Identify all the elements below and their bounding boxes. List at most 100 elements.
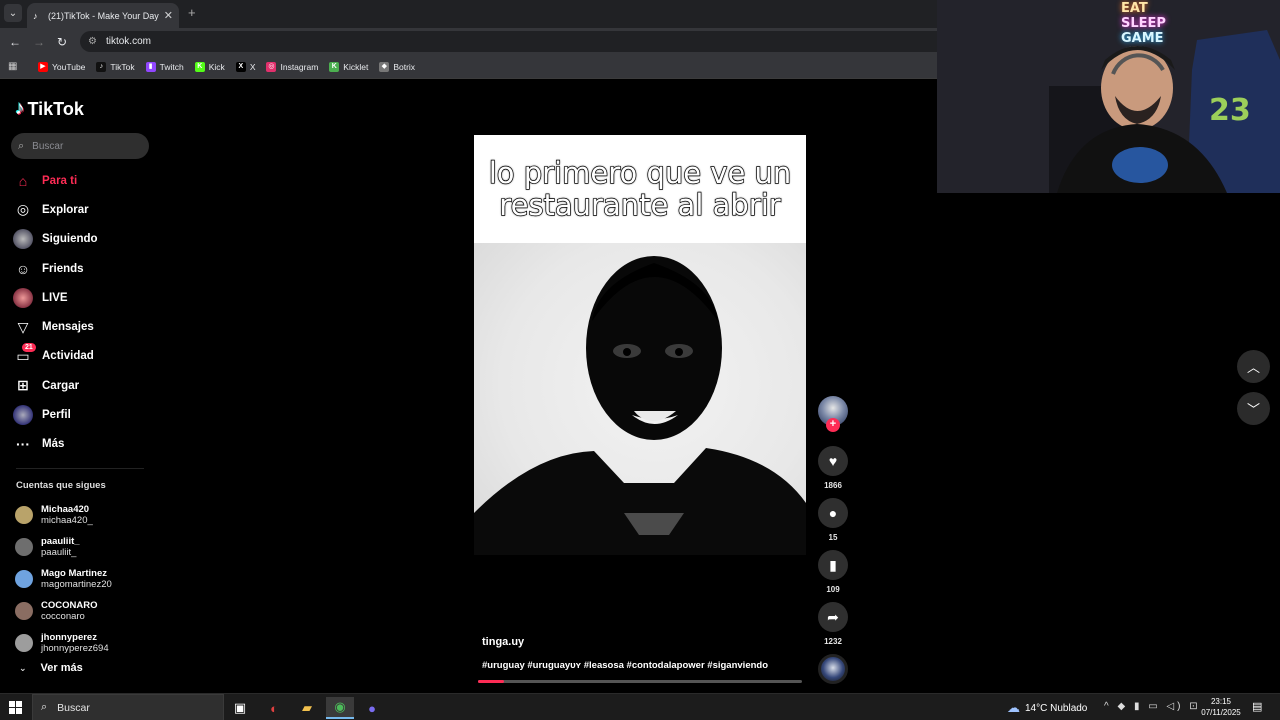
taskbar-search-placeholder: Buscar [57, 701, 90, 714]
neon-sign: EAT SLEEP GAME [1121, 1, 1166, 46]
notification-icon[interactable]: ▤ [1252, 700, 1262, 713]
system-tray-icons[interactable]: ^ ◆ ▮ ▭ ◁) ⊡ [1104, 701, 1201, 712]
discord-icon[interactable]: ● [358, 697, 386, 719]
chevron-down-icon: ⌄ [19, 662, 27, 673]
neon-line-eat: EAT [1121, 1, 1148, 16]
apps-grid-icon[interactable]: ▦ [8, 61, 22, 72]
taskbar-clock[interactable]: 23:15 07/11/2025 [1198, 696, 1244, 718]
tiktok-logo[interactable]: ♪ TikTok [15, 98, 84, 120]
following-account[interactable]: Michaa420 michaa420_ [15, 499, 155, 531]
video-frame-portrait [474, 243, 806, 555]
sidebar-menu: ⌂ Para ti ◎ Explorar Siguiendo ☺ Friends LIVE ▽ M… [13, 166, 153, 459]
search-input[interactable]: ⌕ Buscar [11, 133, 149, 159]
tab-search-chevron-icon[interactable]: ⌄ [4, 4, 22, 22]
task-view-icon[interactable]: ▣ [226, 697, 254, 719]
sidebar-item-label: Más [42, 438, 65, 451]
next-video-button[interactable]: ﹀ [1237, 392, 1270, 425]
following-account[interactable]: COCONARO cocconaro [15, 595, 155, 627]
sidebar-item-label: Explorar [42, 203, 89, 216]
profile-avatar-icon [13, 405, 33, 426]
follow-plus-icon[interactable]: + [826, 418, 840, 432]
svg-text:23: 23 [1209, 93, 1251, 128]
like-button[interactable]: ♥ 1866 [818, 446, 848, 490]
bookmark-kicklet[interactable]: K Kicklet [329, 61, 369, 72]
bookmark-twitch[interactable]: ▮ Twitch [145, 61, 184, 72]
back-arrow-icon[interactable]: ← [7, 34, 23, 50]
video-progress-bar[interactable] [478, 680, 802, 683]
following-list: Michaa420 michaa420_ paauliit_ paauliit_ Mag… [15, 499, 155, 659]
following-avatar-icon [13, 229, 33, 250]
previous-video-button[interactable]: ︿ [1237, 350, 1270, 383]
chrome-icon[interactable]: ◉ [326, 697, 354, 719]
x-icon: X [235, 61, 246, 72]
following-section-title: Cuentas que sigues [16, 480, 106, 491]
comment-button[interactable]: ● 15 [818, 498, 848, 542]
sidebar-item-label: Actividad [42, 350, 94, 363]
video-author[interactable]: tinga.uy [482, 636, 524, 648]
bookmark-label: Kicklet [343, 61, 369, 72]
windows-start-icon[interactable] [9, 701, 22, 714]
bookmark-instagram[interactable]: ◎ Instagram [266, 61, 318, 72]
sidebar-item-friends[interactable]: ☺ Friends [13, 254, 153, 283]
tab-close-icon[interactable]: ✕ [164, 9, 173, 22]
sidebar-item-mensajes[interactable]: ▽ Mensajes [13, 312, 153, 341]
logo-text: TikTok [27, 98, 84, 119]
following-account[interactable]: paauliit_ paauliit_ [15, 531, 155, 563]
account-name: COCONARO [41, 600, 98, 611]
video-player[interactable]: lo primero que ve un restaurante al abri… [474, 135, 806, 682]
see-more-button[interactable]: ⌄ Ver más [19, 662, 83, 674]
sidebar-item-explorar[interactable]: ◎ Explorar [13, 195, 153, 224]
browser-tab-tiktok[interactable]: ♪ (21)TikTok - Make Your Day ✕ [27, 3, 179, 28]
avatar [13, 229, 33, 250]
search-icon: ⌕ [18, 139, 25, 152]
account-handle: magomartinez20 [41, 579, 112, 590]
music-disc-avatar[interactable] [818, 654, 848, 684]
weather-widget[interactable]: ☁ 14°C Nublado [1007, 700, 1087, 716]
bookmark-kick[interactable]: K Kick [194, 61, 225, 72]
webcam-scene: 23 [937, 0, 1280, 193]
sidebar-item-para-ti[interactable]: ⌂ Para ti [13, 166, 153, 195]
taskbar-search-input[interactable]: ⌕ Buscar [32, 694, 224, 720]
following-account[interactable]: Mago Martinez magomartinez20 [15, 563, 155, 595]
bookmark-youtube[interactable]: ▶ YouTube [38, 61, 85, 72]
sidebar-item-cargar[interactable]: ⊞ Cargar [13, 371, 153, 400]
app-circle-icon[interactable]: ◐ [260, 697, 288, 719]
share-arrow-icon: ➦ [818, 602, 848, 632]
save-count: 109 [826, 585, 840, 594]
following-account[interactable]: jhonnyperez jhonnyperez694 [15, 627, 155, 659]
sidebar-item-siguiendo[interactable]: Siguiendo [13, 225, 153, 254]
share-button[interactable]: ➦ 1232 [818, 602, 848, 646]
sidebar-item-más[interactable]: ··· Más [13, 430, 153, 459]
windows-taskbar: ⌕ Buscar ▣ ◐ ▰ ◉ ● ☁ 14°C Nublado ^ ◆ ▮ … [0, 693, 1280, 720]
bookmark-botrix[interactable]: ◆ Botrix [379, 61, 415, 72]
sidebar-item-live[interactable]: LIVE [13, 283, 153, 312]
share-count: 1232 [824, 637, 842, 646]
account-handle: cocconaro [41, 611, 85, 622]
video-hashtags[interactable]: #uruguay #uruguayᴜʏ #leasosa #contodalap… [482, 660, 768, 671]
file-explorer-icon[interactable]: ▰ [293, 697, 321, 719]
bookmark-label: Kick [208, 61, 225, 72]
more-icon: ··· [16, 436, 30, 453]
forward-arrow-icon[interactable]: → [31, 34, 47, 50]
chevron-down-icon: ﹀ [1246, 402, 1260, 417]
account-avatar [15, 602, 33, 620]
reload-icon[interactable]: ↻ [54, 34, 70, 50]
instagram-icon: ◎ [266, 61, 277, 72]
sidebar-item-perfil[interactable]: Perfil [13, 400, 153, 429]
new-tab-button[interactable]: + [188, 5, 196, 20]
account-name: jhonnyperez [41, 632, 97, 643]
bookmark-x[interactable]: XX [235, 61, 255, 72]
account-handle: jhonnyperez694 [41, 643, 109, 654]
site-info-icon[interactable]: ⚙ [88, 36, 97, 47]
sidebar-item-actividad[interactable]: ▭ 21 Actividad [13, 342, 153, 371]
account-handle: michaa420_ [41, 515, 93, 526]
messages-icon: ▽ [17, 318, 29, 335]
save-button[interactable]: ▮ 109 [818, 550, 848, 594]
account-name: Mago Martinez [41, 568, 107, 579]
video-caption-band: lo primero que ve un restaurante al abri… [474, 135, 806, 243]
bookmark-tiktok[interactable]: ♪ TikTok [96, 61, 135, 72]
sidebar-item-label: Mensajes [42, 321, 94, 334]
comment-icon: ● [818, 498, 848, 528]
account-avatar [15, 538, 33, 556]
portrait-image [474, 256, 806, 555]
